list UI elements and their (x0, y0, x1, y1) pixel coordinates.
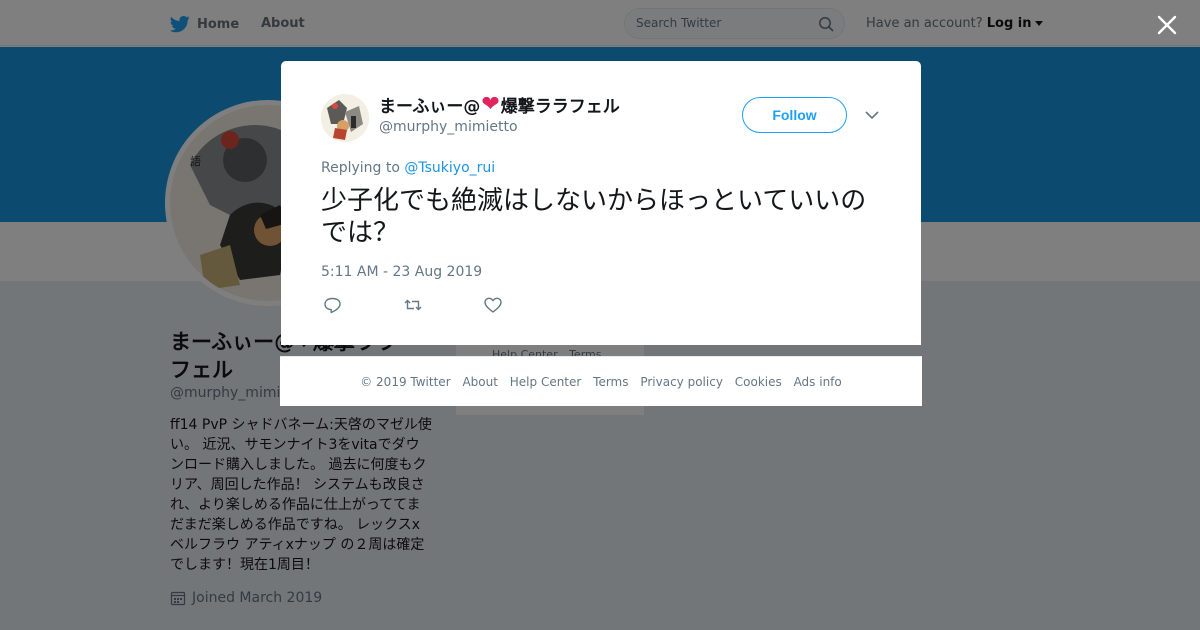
heart-emoji-icon: ❤ (481, 91, 500, 117)
follow-button[interactable]: Follow (742, 97, 847, 133)
replying-to: Replying to @Tsukiyo_rui (321, 160, 495, 176)
retweet-icon[interactable] (403, 296, 423, 314)
author-name-suffix: 爆撃ララフェル (500, 97, 620, 117)
footer-link-help-center[interactable]: Help Center (510, 375, 582, 389)
tweet-author-name[interactable]: まーふぃー@ ❤ 爆撃ララフェル (379, 92, 620, 117)
modal-footer: © 2019 Twitter About Help Center Terms P… (280, 356, 922, 406)
tweet-modal: まーふぃー@ ❤ 爆撃ララフェル @murphy_mimietto Follow R… (281, 61, 921, 345)
footer-link-cookies[interactable]: Cookies (735, 375, 782, 389)
tweet-author-handle[interactable]: @murphy_mimietto (379, 119, 518, 135)
tweet-text: 少子化でも絶滅はしないからほっといていいのでは？ (321, 186, 867, 248)
footer-link-terms[interactable]: Terms (593, 375, 628, 389)
replying-prefix: Replying to (321, 160, 400, 176)
like-icon[interactable] (483, 296, 503, 314)
replying-to-link[interactable]: @Tsukiyo_rui (404, 160, 495, 176)
close-icon[interactable] (1154, 12, 1180, 38)
footer-copyright: © 2019 Twitter (360, 375, 451, 389)
author-name-prefix: まーふぃー@ (379, 97, 481, 117)
reply-icon[interactable] (323, 296, 343, 314)
chevron-down-icon[interactable] (864, 108, 880, 122)
footer-links: © 2019 Twitter About Help Center Terms P… (280, 375, 922, 389)
tweet-author-avatar-illustration (321, 94, 369, 142)
footer-link-about[interactable]: About (462, 375, 497, 389)
tweet-author-avatar[interactable] (321, 94, 369, 142)
tweet-timestamp[interactable]: 5:11 AM - 23 Aug 2019 (321, 264, 482, 280)
footer-link-privacy[interactable]: Privacy policy (640, 375, 723, 389)
footer-link-ads-info[interactable]: Ads info (794, 375, 842, 389)
